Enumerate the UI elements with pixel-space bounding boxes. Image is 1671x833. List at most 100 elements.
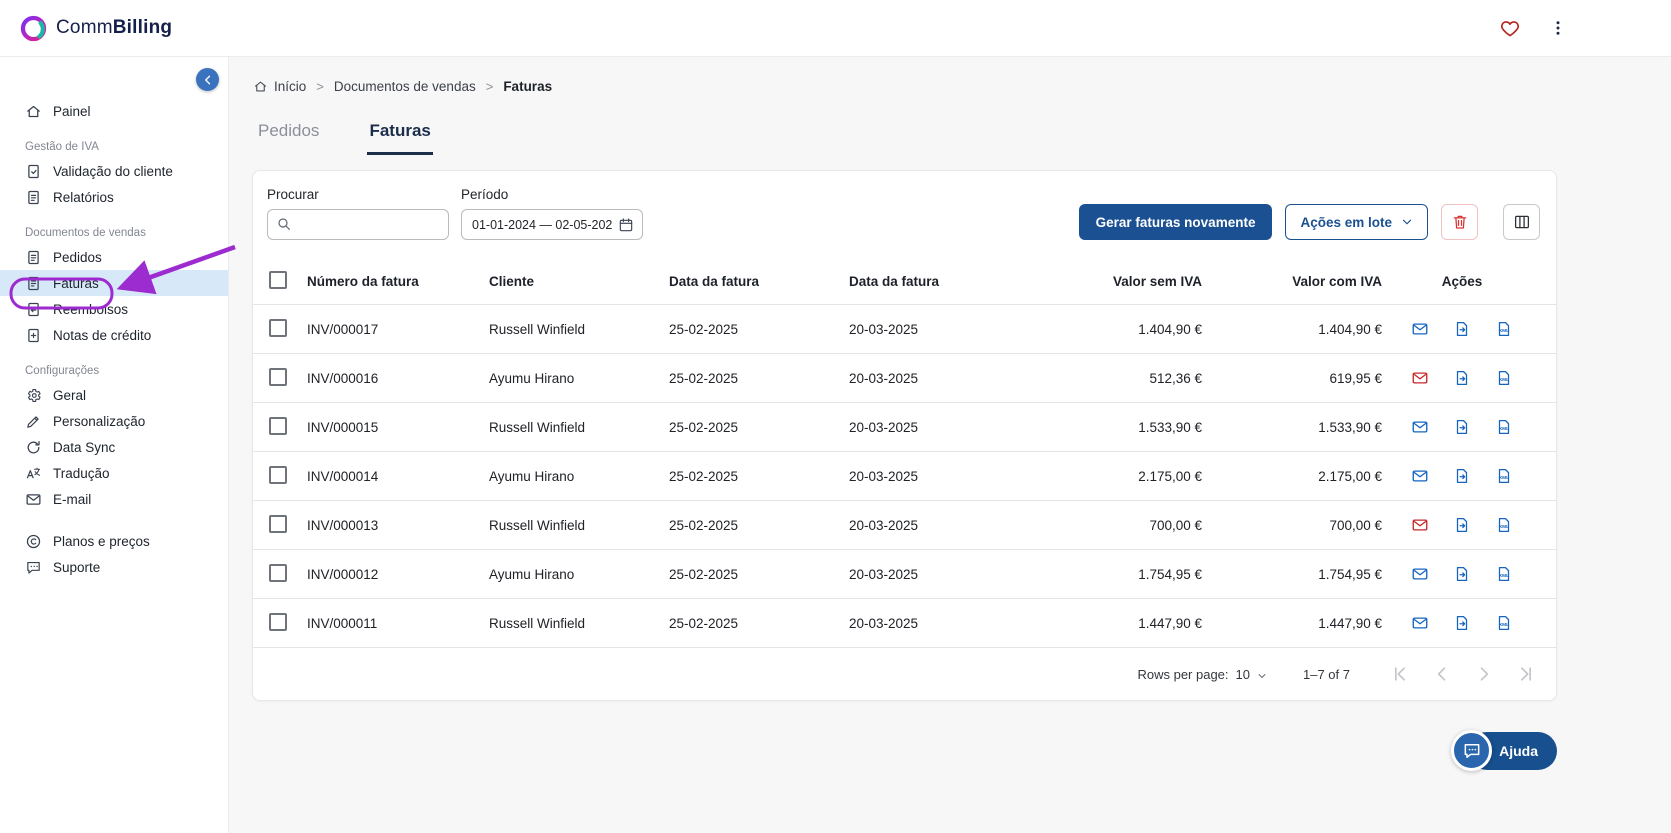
previous-page-button[interactable] (1432, 664, 1452, 684)
export-file-icon[interactable] (1453, 565, 1471, 583)
export-file-icon[interactable] (1453, 418, 1471, 436)
row-checkbox[interactable] (269, 564, 287, 582)
regenerate-invoices-button[interactable]: Gerar faturas novamente (1079, 204, 1273, 240)
xml-file-icon[interactable] (1495, 418, 1513, 436)
sidebar-item-planos-precos[interactable]: Planos e preços (0, 528, 228, 554)
tab-pedidos[interactable]: Pedidos (256, 121, 321, 155)
home-icon (25, 103, 42, 120)
header-invoice-number: Número da fatura (307, 274, 489, 289)
gear-icon (25, 387, 42, 404)
help-button[interactable]: Ajuda (1451, 730, 1557, 771)
row-checkbox[interactable] (269, 319, 287, 337)
row-actions (1384, 614, 1540, 632)
sidebar-item-reembolsos[interactable]: Reembolsos (0, 296, 228, 322)
sidebar-item-relatorios[interactable]: Relatórios (0, 184, 228, 210)
send-email-icon[interactable] (1411, 467, 1429, 485)
topbar-actions (1499, 0, 1567, 56)
breadcrumb-separator: > (316, 79, 324, 94)
xml-file-icon[interactable] (1495, 467, 1513, 485)
last-page-button[interactable] (1516, 664, 1536, 684)
sidebar-item-personalizacao[interactable]: Personalização (0, 408, 228, 434)
invoice-date: 25-02-2025 (669, 420, 849, 435)
bulk-actions-button[interactable]: Ações em lote (1285, 204, 1428, 240)
gross-amount: 1.754,95 € (1204, 567, 1384, 582)
invoice-date: 25-02-2025 (669, 469, 849, 484)
xml-file-icon[interactable] (1495, 320, 1513, 338)
client-name: Russell Winfield (489, 518, 669, 533)
send-email-icon[interactable] (1411, 418, 1429, 436)
header-due-date: Data da fatura (849, 274, 1029, 289)
export-file-icon[interactable] (1453, 516, 1471, 534)
rows-per-page-select[interactable]: Rows per page: 10 (1137, 667, 1267, 682)
client-name: Russell Winfield (489, 420, 669, 435)
sidebar-item-geral[interactable]: Geral (0, 382, 228, 408)
sidebar-item-label: Relatórios (53, 190, 114, 205)
row-checkbox[interactable] (269, 515, 287, 533)
row-checkbox[interactable] (269, 466, 287, 484)
net-amount: 1.533,90 € (1029, 420, 1204, 435)
next-page-button[interactable] (1474, 664, 1494, 684)
search-input[interactable] (267, 209, 449, 240)
row-checkbox[interactable] (269, 417, 287, 435)
period-label: Período (461, 187, 643, 202)
brand-name: CommBilling (56, 17, 172, 39)
favorites-heart-icon[interactable] (1499, 17, 1521, 39)
invoice-date: 25-02-2025 (669, 322, 849, 337)
breadcrumb-middle[interactable]: Documentos de vendas (334, 79, 476, 94)
refund-document-icon (25, 301, 42, 318)
select-all-checkbox[interactable] (269, 271, 287, 289)
gross-amount: 1.404,90 € (1204, 322, 1384, 337)
row-actions (1384, 467, 1540, 485)
breadcrumb-home[interactable]: Início (253, 79, 306, 94)
row-checkbox[interactable] (269, 368, 287, 386)
xml-file-icon[interactable] (1495, 369, 1513, 387)
send-email-icon[interactable] (1411, 565, 1429, 583)
next-page-icon (1474, 664, 1494, 684)
export-file-icon[interactable] (1453, 467, 1471, 485)
sidebar-item-painel[interactable]: Painel (0, 98, 228, 124)
xml-file-icon[interactable] (1495, 614, 1513, 632)
column-settings-button[interactable] (1503, 204, 1540, 240)
sidebar-item-label: Tradução (53, 466, 110, 481)
sidebar-item-validacao-cliente[interactable]: Validação do cliente (0, 158, 228, 184)
search-label: Procurar (267, 187, 449, 202)
export-file-icon[interactable] (1453, 320, 1471, 338)
delete-button[interactable] (1441, 204, 1478, 240)
brand[interactable]: CommBilling (20, 15, 172, 42)
app-window: CommBilling Painel Gestão de IVA Validaç… (0, 0, 1671, 833)
columns-icon (1513, 213, 1531, 231)
sidebar-item-pedidos[interactable]: Pedidos (0, 244, 228, 270)
export-file-icon[interactable] (1453, 369, 1471, 387)
sidebar-collapse-button[interactable] (196, 68, 219, 91)
mail-icon (25, 491, 42, 508)
gross-amount: 2.175,00 € (1204, 469, 1384, 484)
breadcrumb: Início > Documentos de vendas > Faturas (229, 56, 1671, 94)
client-name: Russell Winfield (489, 616, 669, 631)
send-email-icon[interactable] (1411, 320, 1429, 338)
tab-faturas[interactable]: Faturas (367, 121, 432, 155)
first-page-icon (1390, 664, 1410, 684)
sidebar-item-data-sync[interactable]: Data Sync (0, 434, 228, 460)
more-options-kebab-icon[interactable] (1549, 18, 1567, 38)
toolbar-actions: Gerar faturas novamente Ações em lote (1079, 204, 1540, 240)
export-file-icon[interactable] (1453, 614, 1471, 632)
first-page-button[interactable] (1390, 664, 1410, 684)
header-invoice-date: Data da fatura (669, 274, 849, 289)
send-email-icon[interactable] (1411, 614, 1429, 632)
xml-file-icon[interactable] (1495, 565, 1513, 583)
sidebar-item-traducao[interactable]: Tradução (0, 460, 228, 486)
sidebar-item-notas-credito[interactable]: Notas de crédito (0, 322, 228, 348)
sidebar-item-faturas[interactable]: Faturas (0, 270, 228, 296)
row-checkbox[interactable] (269, 613, 287, 631)
table-row: INV/000011 Russell Winfield 25-02-2025 2… (253, 598, 1556, 647)
table-row: INV/000017 Russell Winfield 25-02-2025 2… (253, 304, 1556, 353)
xml-file-icon[interactable] (1495, 516, 1513, 534)
table-footer: Rows per page: 10 1–7 of 7 (253, 647, 1556, 700)
sidebar-item-label: Data Sync (53, 440, 115, 455)
sidebar-item-suporte[interactable]: Suporte (0, 554, 228, 580)
sidebar-item-email[interactable]: E-mail (0, 486, 228, 512)
period-input[interactable]: 01-01-2024 — 02-05-202 (461, 209, 643, 240)
send-email-icon[interactable] (1411, 516, 1429, 534)
send-email-icon[interactable] (1411, 369, 1429, 387)
invoice-date: 25-02-2025 (669, 616, 849, 631)
